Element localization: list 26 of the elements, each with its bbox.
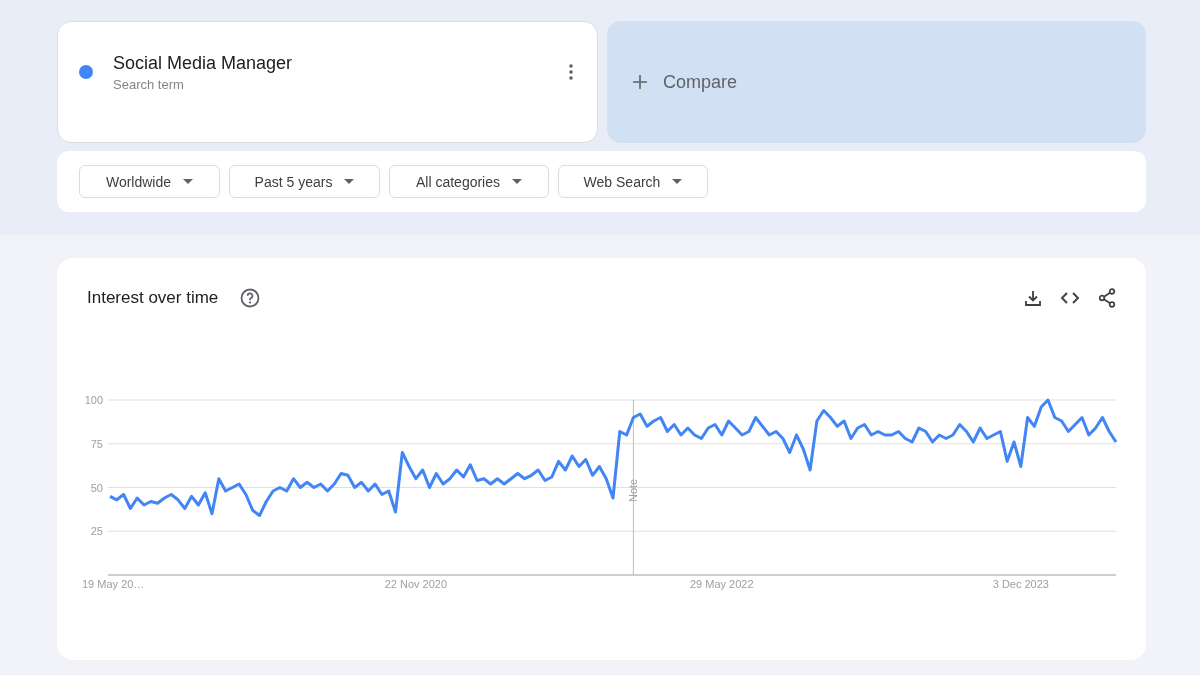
y-axis-label: 100	[84, 394, 103, 406]
x-axis-label: 19 May 20…	[82, 578, 145, 590]
embed-code-icon[interactable]	[1060, 291, 1080, 305]
compare-button[interactable]: Compare	[607, 21, 1146, 143]
more-options-icon[interactable]	[569, 64, 573, 80]
y-axis-label: 50	[90, 481, 103, 494]
search-term-name: Social Media Manager	[113, 52, 294, 74]
filter-dropdown[interactable]: Web Search	[558, 165, 708, 198]
dropdown-caret-icon	[344, 179, 355, 184]
y-axis-label: 25	[90, 525, 103, 538]
filter-dropdown[interactable]: All categories	[389, 165, 549, 198]
x-axis-label: 29 May 2022	[689, 578, 754, 590]
search-term-subtitle: Search term	[113, 76, 185, 92]
dropdown-caret-icon	[512, 179, 522, 184]
dropdown-caret-icon	[672, 179, 683, 184]
chart-title: Interest over time	[87, 288, 219, 308]
x-axis-label: 22 Nov 2020	[384, 578, 448, 590]
filter-dropdown[interactable]: Worldwide	[79, 165, 220, 198]
plus-icon	[633, 75, 647, 89]
filter-dropdown[interactable]: Past 5 years	[229, 165, 380, 198]
y-axis-label: 75	[90, 437, 103, 450]
share-icon[interactable]	[1098, 288, 1116, 308]
dropdown-caret-icon	[183, 179, 194, 184]
download-icon[interactable]	[1024, 289, 1042, 307]
help-icon[interactable]	[240, 288, 261, 308]
x-axis-label: 3 Dec 2023	[992, 578, 1049, 590]
